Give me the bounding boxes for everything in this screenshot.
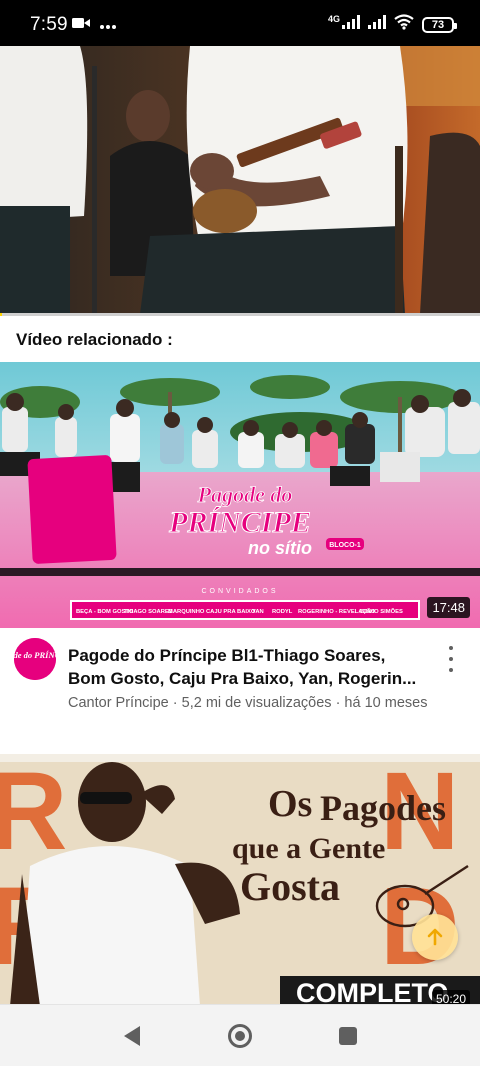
video-title[interactable]: Pagode do Príncipe Bl1-Thiago Soares, Bo…: [68, 644, 428, 690]
video-thumbnail-2[interactable]: R R N D Os Pagodes Pagodes que a Gente G…: [0, 754, 480, 1006]
battery-icon: 73: [422, 16, 457, 33]
avatar-logo: Pagode do PRÍNCIPE: [14, 638, 56, 680]
status-time: 7:59: [30, 14, 68, 35]
arrow-up-icon: [427, 928, 443, 946]
thumb-guest-label: YAN: [252, 609, 264, 615]
thumb-guest-label: BINHO SIMÕES: [360, 608, 403, 615]
system-navigation-bar: [0, 1004, 480, 1066]
thumbnail-image-2: R R N D Os Pagodes Pagodes que a Gente G…: [0, 754, 480, 1006]
thumb-guest-label: MARQUINHO: [168, 609, 205, 615]
thumb-guest-label: CAJU PRA BAIXO: [206, 609, 256, 615]
video-title-line2: Bom Gosto, Caju Pra Baixo, Yan, Rogerin.…: [68, 669, 417, 688]
more-options-icon[interactable]: [444, 646, 458, 672]
video-camera-icon: [72, 16, 90, 34]
thumb2-line1: Os: [268, 783, 312, 825]
thumb-guest-label: RODYL: [272, 609, 293, 615]
thumb-logo-line3: no sítio: [248, 538, 312, 558]
section-title: Vídeo relacionado :: [16, 330, 173, 349]
thumb2-badge: COMPLETO: [296, 978, 449, 1006]
video-meta: Cantor Príncipe · 5,2 mi de visualizaçõe…: [68, 695, 428, 711]
thumb-logo-line1: Pagode do: [197, 482, 293, 507]
thumb-bloco: BLOCO-1: [329, 542, 361, 549]
channel-avatar[interactable]: Pagode do PRÍNCIPE: [14, 638, 56, 680]
back-icon[interactable]: [122, 1025, 142, 1052]
player-progress-bar[interactable]: [0, 313, 480, 316]
video-player[interactable]: [0, 46, 480, 314]
player-frame: [0, 46, 480, 314]
thumb2-line2-visible: Pagodes: [320, 788, 446, 828]
thumb-logo-line2: PRÍNCIPE: [168, 506, 311, 539]
player-progress-fill: [0, 313, 2, 316]
more-dots-icon: [100, 16, 116, 34]
video-title-line1: Pagode do Príncipe Bl1-Thiago Soares,: [68, 646, 386, 665]
recent-apps-icon[interactable]: [339, 1027, 357, 1045]
video-thumbnail[interactable]: Pagode do PRÍNCIPE no sítio BLOCO-1 CONV…: [0, 362, 480, 628]
signal-icon: [368, 15, 386, 34]
network-type: 4G: [327, 13, 340, 24]
thumb2-line4: Gosta: [240, 864, 340, 909]
home-icon[interactable]: [228, 1024, 252, 1048]
status-bar: 7:59 4G 73: [0, 0, 480, 46]
avatar-text: Pagode do PRÍNCIPE: [14, 650, 56, 660]
thumb-guest-label: THIAGO SOARES: [124, 609, 173, 615]
thumb-convidados: CONVIDADOS: [201, 588, 278, 595]
signal-icon: [342, 15, 360, 34]
thumbnail-image: Pagode do PRÍNCIPE no sítio BLOCO-1 CONV…: [0, 362, 480, 628]
scroll-to-top-button[interactable]: [412, 914, 458, 960]
wifi-icon: [394, 14, 414, 35]
video-duration: 17:48: [427, 597, 470, 618]
thumb2-line3: que a Gente: [232, 832, 385, 865]
